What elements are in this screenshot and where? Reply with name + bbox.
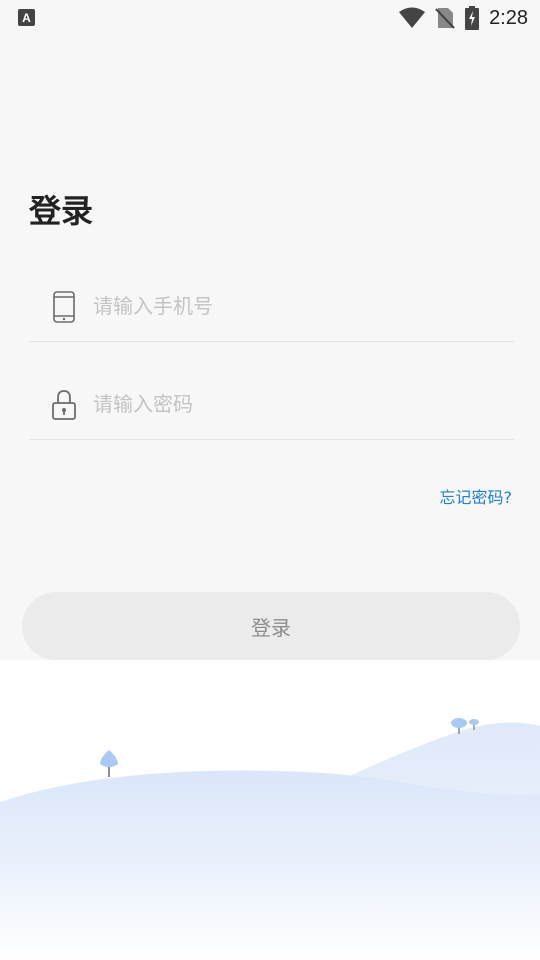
battery-charging-icon xyxy=(465,6,480,30)
page-title: 登录 xyxy=(29,192,94,230)
no-sim-icon xyxy=(435,7,455,29)
a-notification-icon: A xyxy=(18,9,35,26)
login-screen: A 2:28 登录 请输入手机号 忘记密码? 登录 xyxy=(0,0,540,960)
password-field-row xyxy=(29,342,514,440)
password-input[interactable] xyxy=(93,386,493,422)
svg-text:A: A xyxy=(22,11,31,25)
phone-input[interactable] xyxy=(93,288,493,324)
lock-icon xyxy=(51,389,77,421)
forgot-password-link[interactable]: 忘记密码? xyxy=(440,484,513,508)
login-button[interactable]: 登录 xyxy=(22,592,520,660)
status-time: 2:28 xyxy=(489,6,528,29)
status-icons: 2:28 xyxy=(399,4,528,32)
phone-field-row xyxy=(29,244,514,342)
wifi-icon xyxy=(399,7,426,29)
status-bar: A 2:28 xyxy=(0,0,540,36)
tree-icon xyxy=(100,750,118,777)
landscape-illustration xyxy=(0,660,540,960)
phone-icon xyxy=(51,291,77,323)
